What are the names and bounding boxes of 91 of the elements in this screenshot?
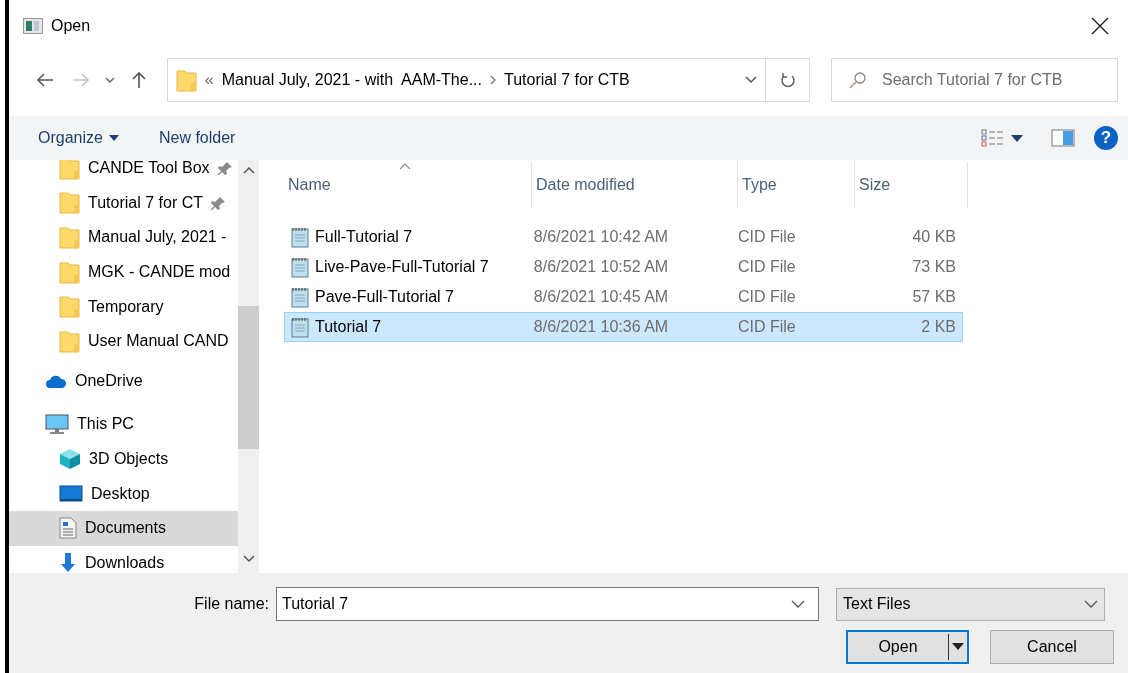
file-date: 8/6/2021 10:52 AM (532, 257, 670, 277)
menu-button[interactable]: Organize (29, 122, 128, 154)
pin-icon (217, 160, 234, 177)
file-size: 40 KB (911, 227, 957, 247)
file-name-field[interactable]: Tutorial 7 (276, 587, 819, 621)
app-icon (23, 18, 43, 34)
chevron-up-icon (242, 166, 255, 174)
nav-item[interactable]: Temporary (9, 289, 238, 324)
split-button[interactable]: Open (846, 630, 969, 664)
chevron-right-icon (490, 75, 496, 85)
nav-item[interactable]: User Manual CAND (9, 323, 238, 359)
caret-down-icon (1011, 134, 1023, 142)
breadcrumb[interactable]: Manual July, 2021 - with AAM-The... (221, 68, 482, 92)
nav-item[interactable]: Desktop (9, 476, 238, 511)
file-size: 2 KB (920, 317, 957, 337)
nav-item[interactable]: Manual July, 2021 - (9, 220, 238, 255)
sort-ascending-icon (399, 163, 411, 170)
scrollbar[interactable] (238, 160, 259, 573)
chevron-down-icon (1084, 600, 1098, 608)
file-date: 8/6/2021 10:36 AM (532, 317, 670, 337)
cancel-button[interactable]: Cancel (990, 630, 1114, 664)
folder-icon (175, 68, 197, 92)
file-date: 8/6/2021 10:42 AM (532, 227, 670, 247)
nav-item[interactable]: OneDrive (9, 363, 238, 399)
refresh-icon (779, 71, 796, 89)
chevron-down-icon (242, 555, 255, 563)
column-header[interactable]: Name (284, 162, 532, 208)
file-row[interactable]: Full-Tutorial 7 8/6/2021 10:42 AM CID File 40 KB (284, 222, 963, 252)
file-type: CID File (736, 257, 797, 277)
folder-icon (59, 295, 80, 319)
nav-item[interactable]: Documents (9, 510, 238, 546)
right-arrow-icon (71, 72, 90, 88)
close-icon (1091, 17, 1109, 35)
nav-item[interactable]: CANDE Tool Box (9, 160, 238, 186)
desktop-icon (59, 484, 83, 503)
folder-icon (59, 260, 80, 284)
preview-pane-icon (1051, 129, 1075, 147)
column-header[interactable]: Date modified (532, 162, 738, 208)
up-arrow-icon (130, 71, 147, 89)
column-header[interactable]: Size (855, 162, 968, 208)
folder-icon (59, 329, 80, 353)
column-header[interactable]: Type (738, 162, 855, 208)
list-view-icon (981, 129, 1005, 147)
download-icon (59, 551, 77, 573)
nav-item[interactable]: 3D Objects (9, 441, 238, 477)
chevron-down-icon (104, 77, 115, 83)
field-label: File name: (193, 594, 270, 614)
file-date: 8/6/2021 10:45 AM (532, 287, 670, 307)
file-row[interactable]: Tutorial 7 8/6/2021 10:36 AM CID File 2 KB (284, 312, 963, 342)
pin-icon (211, 194, 227, 211)
notepad-icon (289, 226, 311, 248)
address-bar[interactable]: « Manual July, 2021 - with AAM-The... Tutorial 7 for CTB (166, 58, 767, 102)
file-type: CID File (736, 227, 797, 247)
scrollbar-thumb[interactable] (238, 306, 259, 449)
file-type-dropdown[interactable]: Text Files (836, 587, 1105, 621)
monitor-icon (45, 413, 69, 436)
notepad-icon (289, 316, 311, 338)
window-title: Open (51, 16, 91, 36)
search-icon (849, 71, 867, 89)
file-name: Tutorial 7 (315, 317, 382, 337)
file-size: 57 KB (911, 287, 957, 307)
left-arrow-icon (35, 72, 54, 88)
notepad-icon (289, 286, 311, 308)
file-name: Pave-Full-Tutorial 7 (315, 287, 454, 307)
file-row[interactable]: Live-Pave-Full-Tutorial 7 8/6/2021 10:52 AM CID File 73 KB (284, 252, 963, 282)
overflow-marker[interactable]: « (204, 68, 214, 92)
search-field[interactable]: Search Tutorial 7 for CTB (831, 58, 1118, 102)
caret-down-icon (949, 643, 967, 651)
nav-item[interactable]: This PC (9, 407, 238, 442)
caret-down-icon (108, 135, 119, 141)
refresh-button[interactable] (766, 58, 810, 102)
notepad-icon (289, 256, 311, 278)
file-size: 73 KB (911, 257, 957, 277)
file-name: Full-Tutorial 7 (315, 227, 413, 247)
nav-item[interactable]: MGK - CANDE mod (9, 254, 238, 290)
nav-item[interactable]: Downloads (9, 545, 238, 573)
document-icon (59, 517, 77, 540)
file-row[interactable]: Pave-Full-Tutorial 7 8/6/2021 10:45 AM CID File 57 KB (284, 282, 963, 312)
chevron-down-icon (791, 600, 805, 608)
file-type: CID File (736, 317, 797, 337)
breadcrumb[interactable]: Tutorial 7 for CTB (504, 68, 630, 92)
folder-icon (59, 160, 80, 180)
help-button[interactable]: ? (1094, 126, 1118, 150)
file-type: CID File (736, 287, 797, 307)
toolbar-button[interactable]: New folder (149, 122, 245, 154)
folder-icon (59, 191, 80, 215)
chevron-down-icon (745, 76, 758, 84)
file-name: Live-Pave-Full-Tutorial 7 (315, 257, 489, 277)
folder-icon (59, 226, 80, 249)
nav-item[interactable]: Tutorial 7 for CT (9, 185, 238, 221)
cube-icon (59, 448, 81, 471)
